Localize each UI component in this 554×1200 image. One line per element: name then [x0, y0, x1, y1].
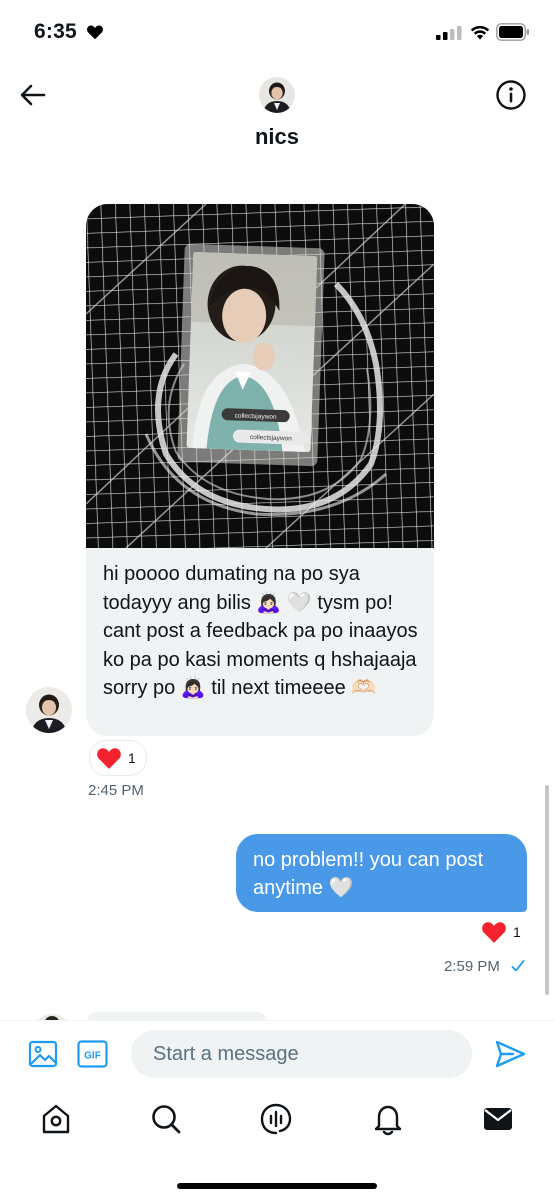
home-icon[interactable]: [38, 1101, 74, 1137]
gif-label: GIF: [84, 1051, 101, 1062]
cellular-signal-icon: [436, 26, 462, 40]
card-label-2: collectsjaywon: [250, 434, 293, 442]
heart-reaction-icon: [97, 748, 121, 769]
sent-message-text: no problem!! you can post anytime 🤍: [253, 849, 484, 899]
search-icon[interactable]: [148, 1101, 184, 1137]
status-time: 6:35: [34, 20, 77, 43]
received-message-bubble[interactable]: hi poooo dumating na po sya todayyy ang …: [86, 548, 434, 736]
sent-reaction[interactable]: 1: [481, 920, 521, 944]
avatar-image: [26, 687, 72, 733]
next-message-bubble-partial: [88, 1012, 266, 1020]
card-label-1: collectsjaywon: [235, 412, 278, 420]
avatar[interactable]: [259, 77, 295, 113]
back-arrow-icon[interactable]: [18, 80, 48, 110]
sent-message-bubble[interactable]: no problem!! you can post anytime 🤍: [236, 834, 527, 912]
reaction-count: 1: [128, 750, 136, 766]
received-message-text: hi poooo dumating na po sya todayyy ang …: [103, 563, 418, 699]
notifications-icon[interactable]: [370, 1101, 406, 1137]
gif-icon[interactable]: GIF: [77, 1040, 108, 1068]
message-input[interactable]: [131, 1030, 472, 1078]
conversation-title[interactable]: nics: [0, 124, 554, 150]
send-icon[interactable]: [493, 1037, 527, 1071]
message-photo[interactable]: collectsjaywon collectsjaywon: [86, 204, 434, 548]
received-timestamp: 2:45 PM: [88, 782, 144, 799]
spaces-icon[interactable]: [258, 1101, 294, 1137]
photo-image: collectsjaywon collectsjaywon: [86, 204, 434, 548]
info-icon[interactable]: [495, 79, 527, 111]
received-reaction[interactable]: 1: [89, 740, 147, 776]
sender-avatar[interactable]: [26, 687, 72, 733]
messages-icon[interactable]: [480, 1101, 516, 1137]
reaction-count: 1: [513, 924, 521, 940]
heart-status-icon: [87, 25, 103, 40]
battery-icon: [496, 23, 529, 41]
sent-timestamp: 2:59 PM: [444, 958, 500, 975]
sent-check-icon: [511, 960, 525, 972]
home-indicator[interactable]: [177, 1183, 377, 1189]
heart-reaction-icon: [482, 922, 506, 943]
avatar-image: [259, 77, 295, 113]
image-icon[interactable]: [28, 1039, 58, 1069]
wifi-icon: [470, 25, 490, 40]
scrollbar[interactable]: [545, 785, 549, 995]
